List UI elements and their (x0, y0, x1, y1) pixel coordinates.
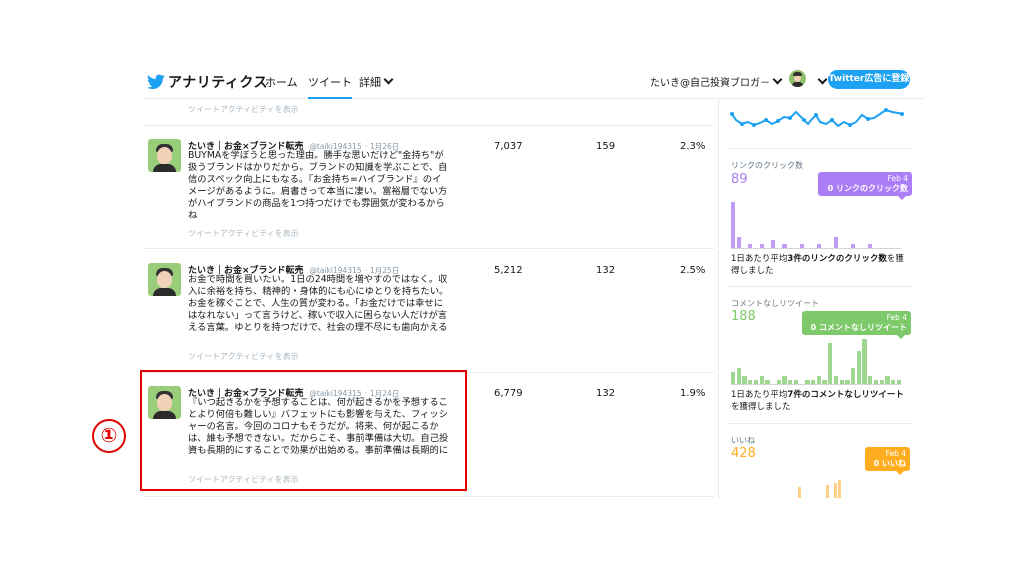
twitter-ads-button[interactable]: Twitter広告に登録 (828, 70, 910, 89)
account-switcher[interactable]: たいき@自己投資ブロガ－ (650, 74, 783, 89)
link-clicks-description: 1日あたり平均3件のリンクのクリック数を獲得しました (731, 253, 911, 277)
chart-bar (862, 338, 867, 384)
engagements-value: 159 (596, 141, 616, 152)
likes-title: いいね (731, 436, 755, 445)
tooltip-text: 0 コメントなしリツイート (810, 323, 907, 332)
engagement-rate-value: 2.5% (680, 265, 706, 276)
highlight-box (140, 370, 467, 491)
retweets-tooltip: Feb 4 0 コメントなしリツイート (802, 311, 911, 339)
tweet-activity-link[interactable]: ツイートアクティビティを表示 (188, 351, 299, 362)
retweets-bar-chart (731, 337, 901, 384)
chevron-down-icon[interactable] (817, 74, 828, 85)
chart-bar (731, 202, 736, 248)
likes-bar (838, 480, 841, 498)
engagement-rate-value: 2.3% (680, 141, 706, 152)
chart-bar (816, 375, 821, 384)
sidebar-divider (718, 98, 719, 498)
desc-bold: 7件のコメントなしリツイート (787, 390, 904, 400)
chart-bar (850, 367, 856, 384)
chart-bar (885, 375, 890, 384)
chart-bar (856, 351, 861, 384)
account-name: たいき@自己投資ブロガ－ (650, 78, 770, 89)
tweet-text: BUYMAを学ぼうと思った理由。勝手な思いだけど"金持ち"が扱うブランドはかりだ… (188, 150, 448, 221)
tweet-avatar[interactable] (148, 263, 181, 296)
divider (144, 248, 714, 249)
tweet-avatar[interactable] (148, 139, 181, 172)
desc-suffix: を獲得しました (731, 402, 791, 412)
chart-bar (833, 375, 839, 384)
link-clicks-value: 89 (731, 172, 748, 187)
card-separator (728, 423, 912, 424)
chart-bar (736, 236, 742, 248)
user-avatar[interactable] (789, 70, 806, 87)
impressions-sparkline (730, 108, 904, 128)
retweets-title: コメントなしリツイート (731, 299, 819, 308)
chart-bar (868, 375, 873, 384)
nav-home[interactable]: ホーム (265, 74, 298, 90)
likes-bar (834, 483, 837, 498)
top-nav: アナリティクス ホーム ツイート 詳細 たいき@自己投資ブロガ－ Twitter… (144, 66, 924, 99)
nav-more[interactable]: 詳細 (359, 74, 394, 90)
link-clicks-bar-chart (731, 198, 901, 248)
chart-bar (759, 375, 764, 384)
tooltip-date: Feb 4 (886, 313, 907, 322)
engagement-rate-value: 1.9% (680, 388, 706, 399)
tooltip-date: Feb 4 (887, 174, 908, 183)
chevron-down-icon (772, 74, 783, 85)
chart-bar (770, 240, 776, 248)
tooltip-text: 0 いいね (873, 459, 906, 468)
desc-prefix: 1日あたり平均 (731, 254, 788, 264)
card-separator (728, 148, 912, 149)
engagements-value: 132 (596, 265, 616, 276)
tweet-row[interactable]: たいき｜お金×ブランド転売 @taiki194315 · 1月25日 お金で時間を買… (144, 263, 714, 363)
nav-more-label: 詳細 (359, 76, 381, 89)
divider (144, 496, 714, 497)
impressions-value: 5,212 (494, 265, 523, 276)
tooltip-date: Feb 4 (885, 449, 906, 458)
desc-prefix: 1日あたり平均 (731, 390, 788, 400)
chart-bar (736, 367, 742, 384)
chart-baseline (731, 248, 901, 249)
card-separator (728, 286, 912, 287)
likes-bar (798, 487, 801, 498)
tweet-activity-link[interactable]: ツイートアクティビティを表示 (188, 228, 299, 239)
desc-bold: 3件のリンクのクリック数 (787, 254, 887, 264)
retweets-description: 1日あたり平均7件のコメントなしリツイートを獲得しました (731, 389, 909, 413)
chart-bar (828, 343, 833, 384)
likes-value: 428 (731, 446, 756, 461)
tweet-activity-link[interactable]: ツイートアクティビティを表示 (188, 104, 299, 115)
tweet-row[interactable]: たいき｜お金×ブランド転売 @taiki194315 · 1月26日 BUYMAを学… (144, 139, 714, 239)
likes-tooltip: Feb 4 0 いいね (865, 447, 910, 475)
nav-tweets[interactable]: ツイート (308, 74, 352, 99)
impressions-value: 6,779 (494, 388, 523, 399)
chevron-down-icon (383, 74, 394, 85)
impressions-value: 7,037 (494, 141, 523, 152)
chart-bar (782, 375, 787, 384)
chart-baseline (731, 384, 901, 385)
chart-bar (731, 371, 736, 384)
twitter-bird-icon[interactable] (147, 74, 165, 90)
divider (144, 125, 714, 126)
engagements-value: 132 (596, 388, 616, 399)
link-clicks-tooltip: Feb 4 0 リンクのクリック数 (818, 172, 912, 200)
retweets-value: 188 (731, 309, 756, 324)
link-clicks-title: リンクのクリック数 (731, 161, 803, 170)
chart-bar (833, 236, 839, 248)
likes-bar (826, 485, 829, 498)
annotation-marker: ① (92, 419, 126, 453)
chart-bar (742, 375, 747, 384)
tooltip-text: 0 リンクのクリック数 (827, 184, 908, 193)
tweet-text: お金で時間を買いたい。1日の24時間を増やすのではなく。収入に余裕を持ち、精神的… (188, 274, 449, 333)
analytics-title[interactable]: アナリティクス (168, 72, 268, 92)
